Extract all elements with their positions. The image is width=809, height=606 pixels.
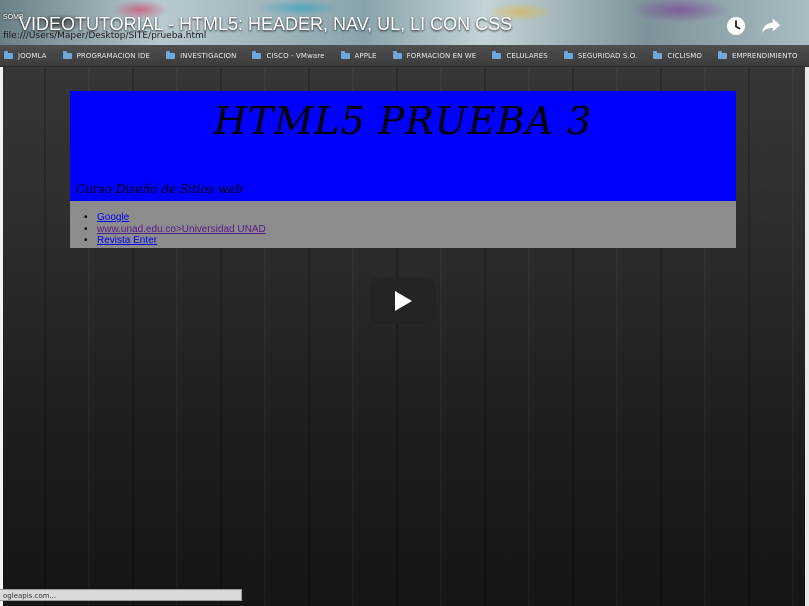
left-edge [0, 0, 3, 606]
play-icon [395, 290, 412, 311]
folder-icon [4, 50, 13, 59]
watch-later-button[interactable] [725, 15, 747, 37]
bookmark-item[interactable]: JOOMLA [4, 50, 47, 60]
share-button[interactable] [760, 15, 782, 37]
nav-list-item: Google [84, 212, 266, 224]
share-arrow-icon [761, 18, 781, 34]
bookmark-item[interactable]: INVESTIGACION [166, 50, 236, 60]
bookmark-item[interactable]: CICLISMO [653, 50, 702, 60]
folder-icon [392, 50, 402, 59]
nav-list: Google www.unad.edu.co>Universidad UNAD … [84, 212, 266, 247]
address-bar-url: file:///Users/Maper/Desktop/SITE/prueba.… [3, 31, 207, 41]
video-top-bar: SOMB VIDEOTUTORIAL - HTML5: HEADER, NAV,… [0, 0, 809, 45]
bookmark-item[interactable]: SEGURIDAD S.O. [563, 50, 638, 60]
play-button[interactable] [370, 277, 436, 324]
bookmark-item[interactable]: CISCO - VMware [252, 50, 324, 60]
site-nav: Google www.unad.edu.co>Universidad UNAD … [70, 201, 736, 248]
bookmark-item[interactable]: CELULARES [492, 50, 548, 60]
nav-link-unad[interactable]: www.unad.edu.co>Universidad UNAD [97, 224, 266, 235]
nav-list-item: www.unad.edu.co>Universidad UNAD [84, 224, 266, 236]
bookmarks-bar: JOOMLA PROGRAMACION IDE INVESTIGACION CI… [0, 45, 809, 67]
clock-icon [727, 17, 745, 35]
nav-link-google[interactable]: Google [97, 212, 129, 223]
folder-icon [563, 50, 573, 59]
status-bar: ogleapis.com... [0, 589, 242, 601]
folder-icon [653, 50, 663, 59]
site-header: HTML5 PRUEBA 3 Curso Diseño de Sitios we… [70, 91, 736, 201]
site-title: HTML5 PRUEBA 3 [213, 99, 593, 143]
folder-icon [252, 50, 262, 59]
folder-icon [717, 50, 727, 59]
folder-icon [166, 50, 176, 59]
bookmark-item[interactable]: APPLE [340, 50, 377, 60]
bookmark-item[interactable]: PROGRAMACION IDE [62, 50, 151, 60]
site-subtitle: Curso Diseño de Sitios web [76, 182, 243, 196]
folder-icon [492, 50, 502, 59]
bookmark-item[interactable]: FORMACION EN WE [392, 50, 477, 60]
bookmark-item[interactable]: EMPRENDIMIENTO [717, 50, 798, 60]
right-edge [805, 0, 809, 606]
nav-link-revista-enter[interactable]: Revista Enter [97, 235, 157, 246]
folder-icon [62, 50, 72, 59]
folder-icon [340, 50, 350, 59]
nav-list-item: Revista Enter [84, 235, 266, 247]
